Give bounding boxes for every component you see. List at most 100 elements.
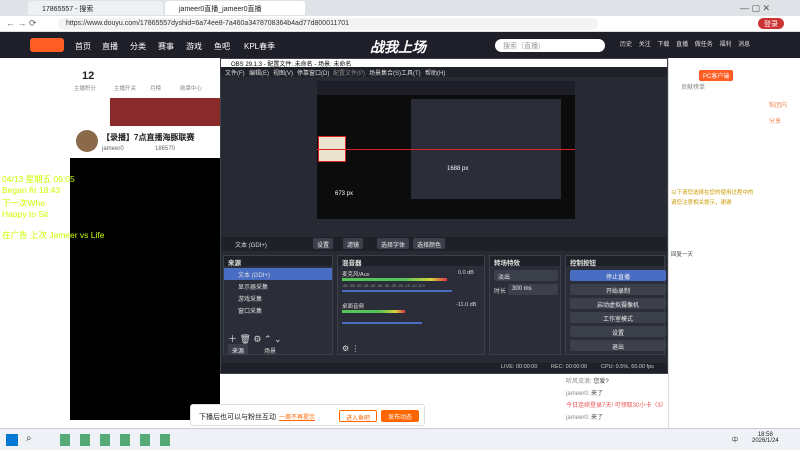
stop-streaming-button[interactable]: 停止直播 bbox=[570, 270, 666, 281]
choose-color-button[interactable]: 选择颜色 bbox=[413, 238, 446, 249]
duration-label: 时长 bbox=[494, 289, 507, 295]
source-item[interactable]: 窗口采集 bbox=[224, 304, 332, 316]
controls-header: 控制按钮 bbox=[566, 256, 664, 267]
windows-start-icon[interactable] bbox=[6, 434, 18, 446]
duration-input[interactable]: 300 ms bbox=[508, 284, 558, 295]
tab-scenes[interactable]: 场景 bbox=[264, 346, 276, 355]
mixer-channel-name: 桌面音频 bbox=[342, 304, 365, 310]
menu-view[interactable]: 视图(V) bbox=[273, 68, 293, 77]
tab-title: jameer0直播_jameer0直播 bbox=[179, 6, 262, 13]
input-language[interactable]: 中 bbox=[732, 435, 738, 444]
source-item[interactable]: 显示器采集 bbox=[224, 280, 332, 292]
source-item[interactable]: 文本 (GDI+) bbox=[224, 268, 332, 280]
streamer-name[interactable]: jameer0 bbox=[102, 146, 124, 152]
btn-anchor-switch[interactable]: 主播开关 bbox=[114, 84, 136, 92]
audio-meter bbox=[342, 310, 405, 313]
room-title: 【录播】7点直播海豚联赛 bbox=[102, 133, 195, 142]
obs-window: OBS 29.1.3 - 配置文件: 未命名 - 场景: 未命名 文件(F) 编… bbox=[220, 58, 668, 374]
avatar[interactable] bbox=[76, 130, 98, 152]
volume-slider[interactable] bbox=[342, 290, 452, 292]
reply-text: 回复一天 bbox=[671, 252, 694, 258]
overlay-line: 04/13 星期五 09:05 bbox=[2, 174, 75, 184]
overlay-line: 在广告 上次 Jameer vs Life bbox=[2, 230, 105, 240]
settings-button[interactable]: 设置 bbox=[570, 326, 666, 337]
source-filters-button[interactable]: 滤镜 bbox=[343, 238, 364, 249]
promo-link[interactable]: 一周不再提示 bbox=[279, 412, 315, 421]
login-button[interactable]: 登录 bbox=[758, 18, 784, 29]
nav-category[interactable]: 分类 bbox=[130, 41, 146, 52]
meter-ticks: -60 -55 -50 -45 -40 -35 -30 -25 -20 -15 … bbox=[342, 283, 425, 288]
browser-tab[interactable]: 17865557 - 搜索 bbox=[28, 1, 163, 15]
preview-label: 673 px bbox=[335, 191, 354, 197]
source-settings-button[interactable]: 设置 bbox=[313, 238, 334, 249]
menu-file[interactable]: 文件(F) bbox=[225, 68, 245, 77]
video-player[interactable] bbox=[70, 158, 220, 420]
hot-count: 186570 bbox=[155, 146, 176, 152]
search-icon[interactable]: ⌕ bbox=[26, 433, 32, 444]
enter-fishbar-button[interactable]: 进入鱼吧 bbox=[339, 410, 377, 422]
menu-dock[interactable]: 停靠窗口(D) bbox=[297, 68, 329, 77]
menu-tools[interactable]: 工具(T) bbox=[401, 68, 421, 77]
nav-fishbar[interactable]: 鱼吧 bbox=[214, 41, 230, 52]
overlay-line: Happy to Sit bbox=[2, 209, 49, 219]
exit-button[interactable]: 退出 bbox=[570, 340, 666, 351]
header-actions[interactable]: 历史 关注 下载 直播 做任务 福利 消息 bbox=[620, 39, 750, 48]
start-recording-button[interactable]: 开始录制 bbox=[570, 284, 666, 295]
taskbar: ⌕ 中 18:58 2026/1/24 bbox=[0, 428, 800, 450]
rec-status: REC: 00:00:00 bbox=[551, 364, 588, 370]
site-search-input[interactable]: 搜索（直播） bbox=[495, 39, 605, 52]
pc-client-badge[interactable]: PC客户端 bbox=[699, 70, 734, 81]
volume-slider[interactable] bbox=[342, 322, 422, 324]
browser-tab-bar: 17865557 - 搜索 jameer0直播_jameer0直播 — ▢ ✕ bbox=[0, 0, 800, 16]
nav-home[interactable]: 首页 bbox=[75, 41, 91, 52]
transition-dock: 转场特效 淡出 时长 300 ms bbox=[489, 255, 561, 355]
live-status: LIVE: 00:00:00 bbox=[501, 364, 538, 370]
nav-game[interactable]: 游戏 bbox=[186, 41, 202, 52]
level-value: 12 bbox=[82, 70, 95, 82]
badge2: 粘团内 bbox=[769, 103, 788, 109]
obs-status-bar: LIVE: 00:00:00 REC: 00:00:00 CPU: 0.5%, … bbox=[221, 363, 667, 373]
banner-image bbox=[110, 98, 220, 126]
window-controls[interactable]: — ▢ ✕ bbox=[740, 3, 770, 14]
nav-match[interactable]: 赛事 bbox=[158, 41, 174, 52]
site-nav: 首页 直播 分类 赛事 游戏 鱼吧 KPL春季 战我上场 搜索（直播） 历史 关… bbox=[0, 32, 800, 58]
studio-mode-button[interactable]: 工作室模式 bbox=[570, 312, 666, 323]
btn-badge[interactable]: 勋章中心 bbox=[180, 84, 202, 92]
choose-font-button[interactable]: 选择字体 bbox=[377, 238, 410, 249]
audio-meter bbox=[342, 278, 447, 281]
pinned-apps[interactable] bbox=[60, 434, 170, 446]
sources-dock: 来源 文本 (GDI+) 显示器采集 游戏采集 窗口采集 ＋ 🗑 ⚙ ⌃ ⌄ 来… bbox=[223, 255, 333, 355]
tab-title: 17865557 - 搜索 bbox=[42, 6, 94, 13]
url-input[interactable]: https://www.douyu.com/17865557dyshid=6a7… bbox=[58, 18, 598, 30]
share-link[interactable]: 分享 bbox=[769, 116, 781, 125]
chat-line: jameer0: 来了 bbox=[566, 415, 604, 421]
nav-live[interactable]: 直播 bbox=[102, 41, 118, 52]
contrib-link[interactable]: 贡献榜单 bbox=[681, 82, 705, 91]
nav-kpl[interactable]: KPL春季 bbox=[244, 41, 275, 52]
streamer-toolbar: 12 主播积分 主播开关 月榜 勋章中心 bbox=[0, 58, 220, 98]
browser-tab-active[interactable]: jameer0直播_jameer0直播 bbox=[165, 1, 305, 15]
menu-scene-collection[interactable]: 场景集合(S) bbox=[369, 68, 401, 77]
source-item[interactable]: 游戏采集 bbox=[224, 292, 332, 304]
right-panel: PC客户端 贡献榜单 粘团内 分享 以下请您选择在您的使用过程中的 请您注意相关… bbox=[668, 58, 800, 428]
logo-icon[interactable] bbox=[30, 38, 64, 52]
obs-preview[interactable]: 1688 px 673 px bbox=[317, 81, 575, 219]
menu-help[interactable]: 帮助(H) bbox=[425, 68, 445, 77]
mixer-channel-db: 0.0 dB bbox=[458, 270, 474, 276]
selected-source: 文本 (GDI+) bbox=[235, 243, 267, 249]
mixer-settings-icon[interactable]: ⚙ ⋮ bbox=[342, 344, 359, 353]
tab-sources[interactable]: 来源 bbox=[228, 344, 249, 355]
menu-profile[interactable]: 配置文件(P) bbox=[333, 68, 365, 77]
promo-bar: 下播后也可以与粉丝互动 一周不再提示 进入鱼吧 发布动态 bbox=[190, 404, 425, 426]
btn-month-rank[interactable]: 月榜 bbox=[150, 84, 161, 92]
virtual-camera-button[interactable]: 启动虚拟摄像机 bbox=[570, 298, 666, 309]
menu-edit[interactable]: 编辑(E) bbox=[249, 68, 269, 77]
sources-header: 来源 bbox=[224, 256, 332, 267]
banner-text: 战我上场 bbox=[370, 39, 426, 55]
notice: 以下请您选择在您的使用过程中的 bbox=[671, 190, 754, 196]
clock[interactable]: 18:58 2026/1/24 bbox=[752, 432, 779, 444]
post-button[interactable]: 发布动态 bbox=[381, 410, 419, 422]
transition-select[interactable]: 淡出 bbox=[494, 270, 558, 281]
overlay-line: Began At 18:43 bbox=[2, 185, 61, 195]
back-icon[interactable]: ← → ⟳ bbox=[6, 18, 37, 29]
